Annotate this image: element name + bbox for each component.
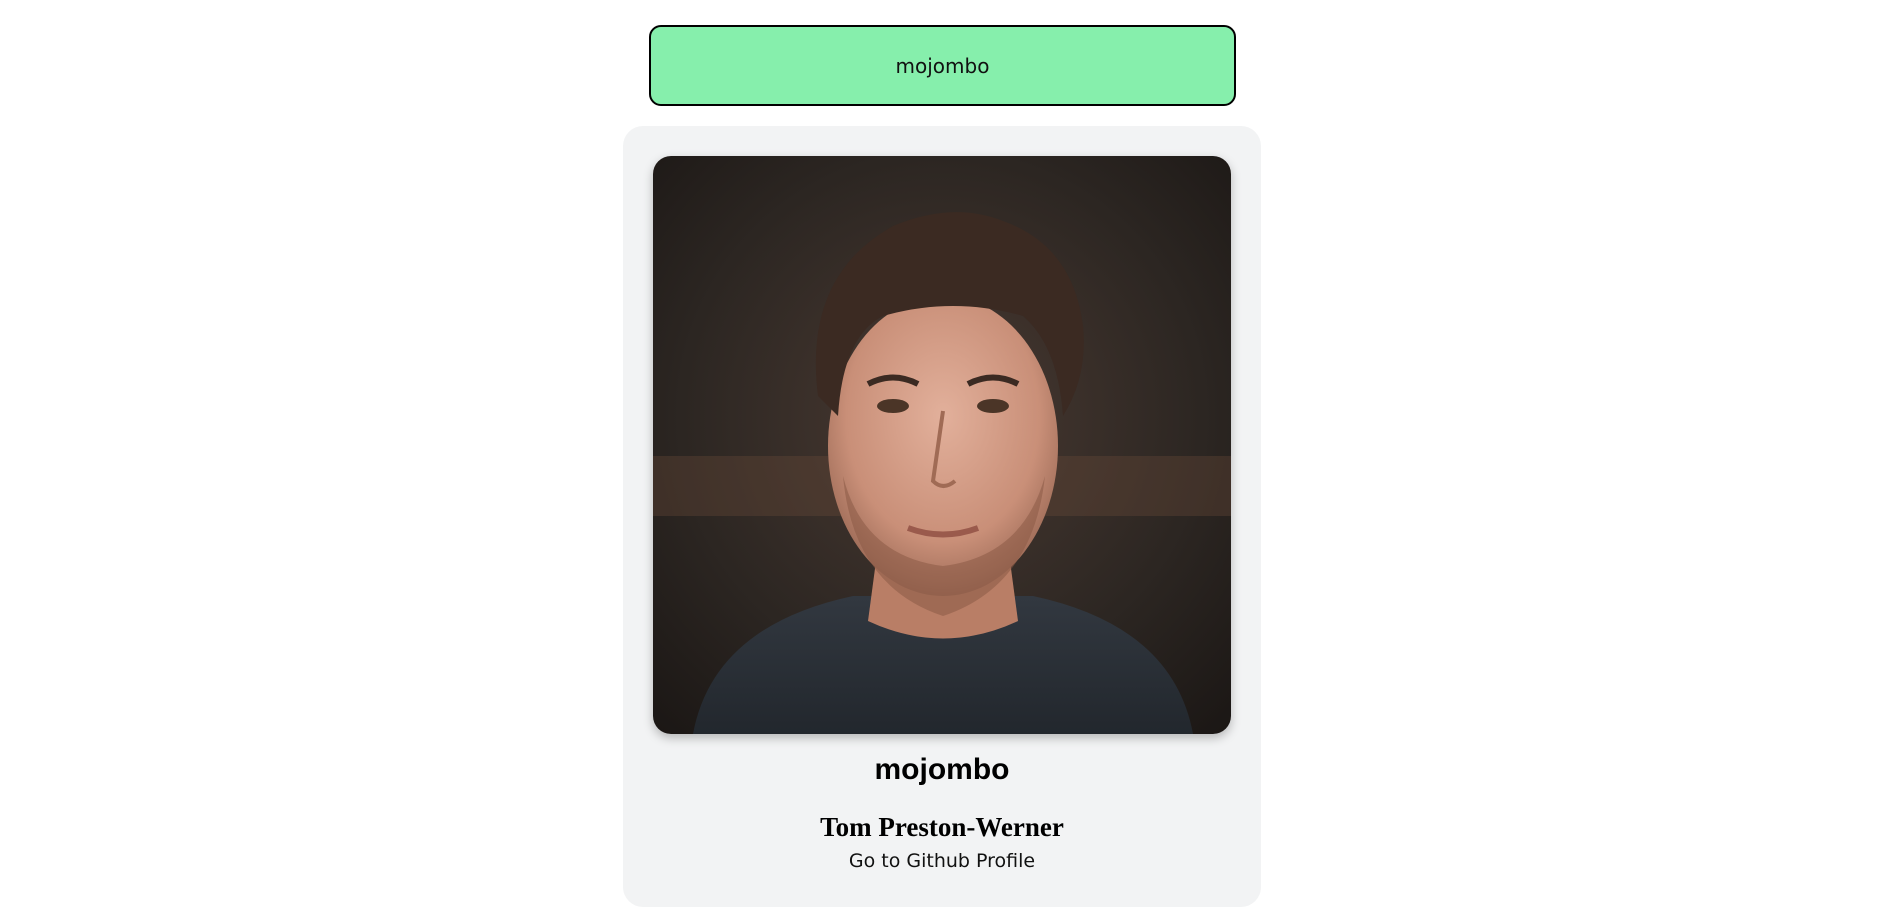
search-container <box>649 25 1236 106</box>
avatar <box>653 156 1231 734</box>
profile-card: mojombo Tom Preston-Werner Go to Github … <box>623 126 1261 907</box>
full-name: Tom Preston-Werner <box>820 812 1064 842</box>
avatar-photo <box>653 156 1231 734</box>
username-heading: mojombo <box>874 753 1010 786</box>
github-profile-link[interactable]: Go to Github Profile <box>623 850 1261 872</box>
username-search-input[interactable] <box>649 25 1236 106</box>
page: mojombo Tom Preston-Werner Go to Github … <box>0 0 1887 919</box>
